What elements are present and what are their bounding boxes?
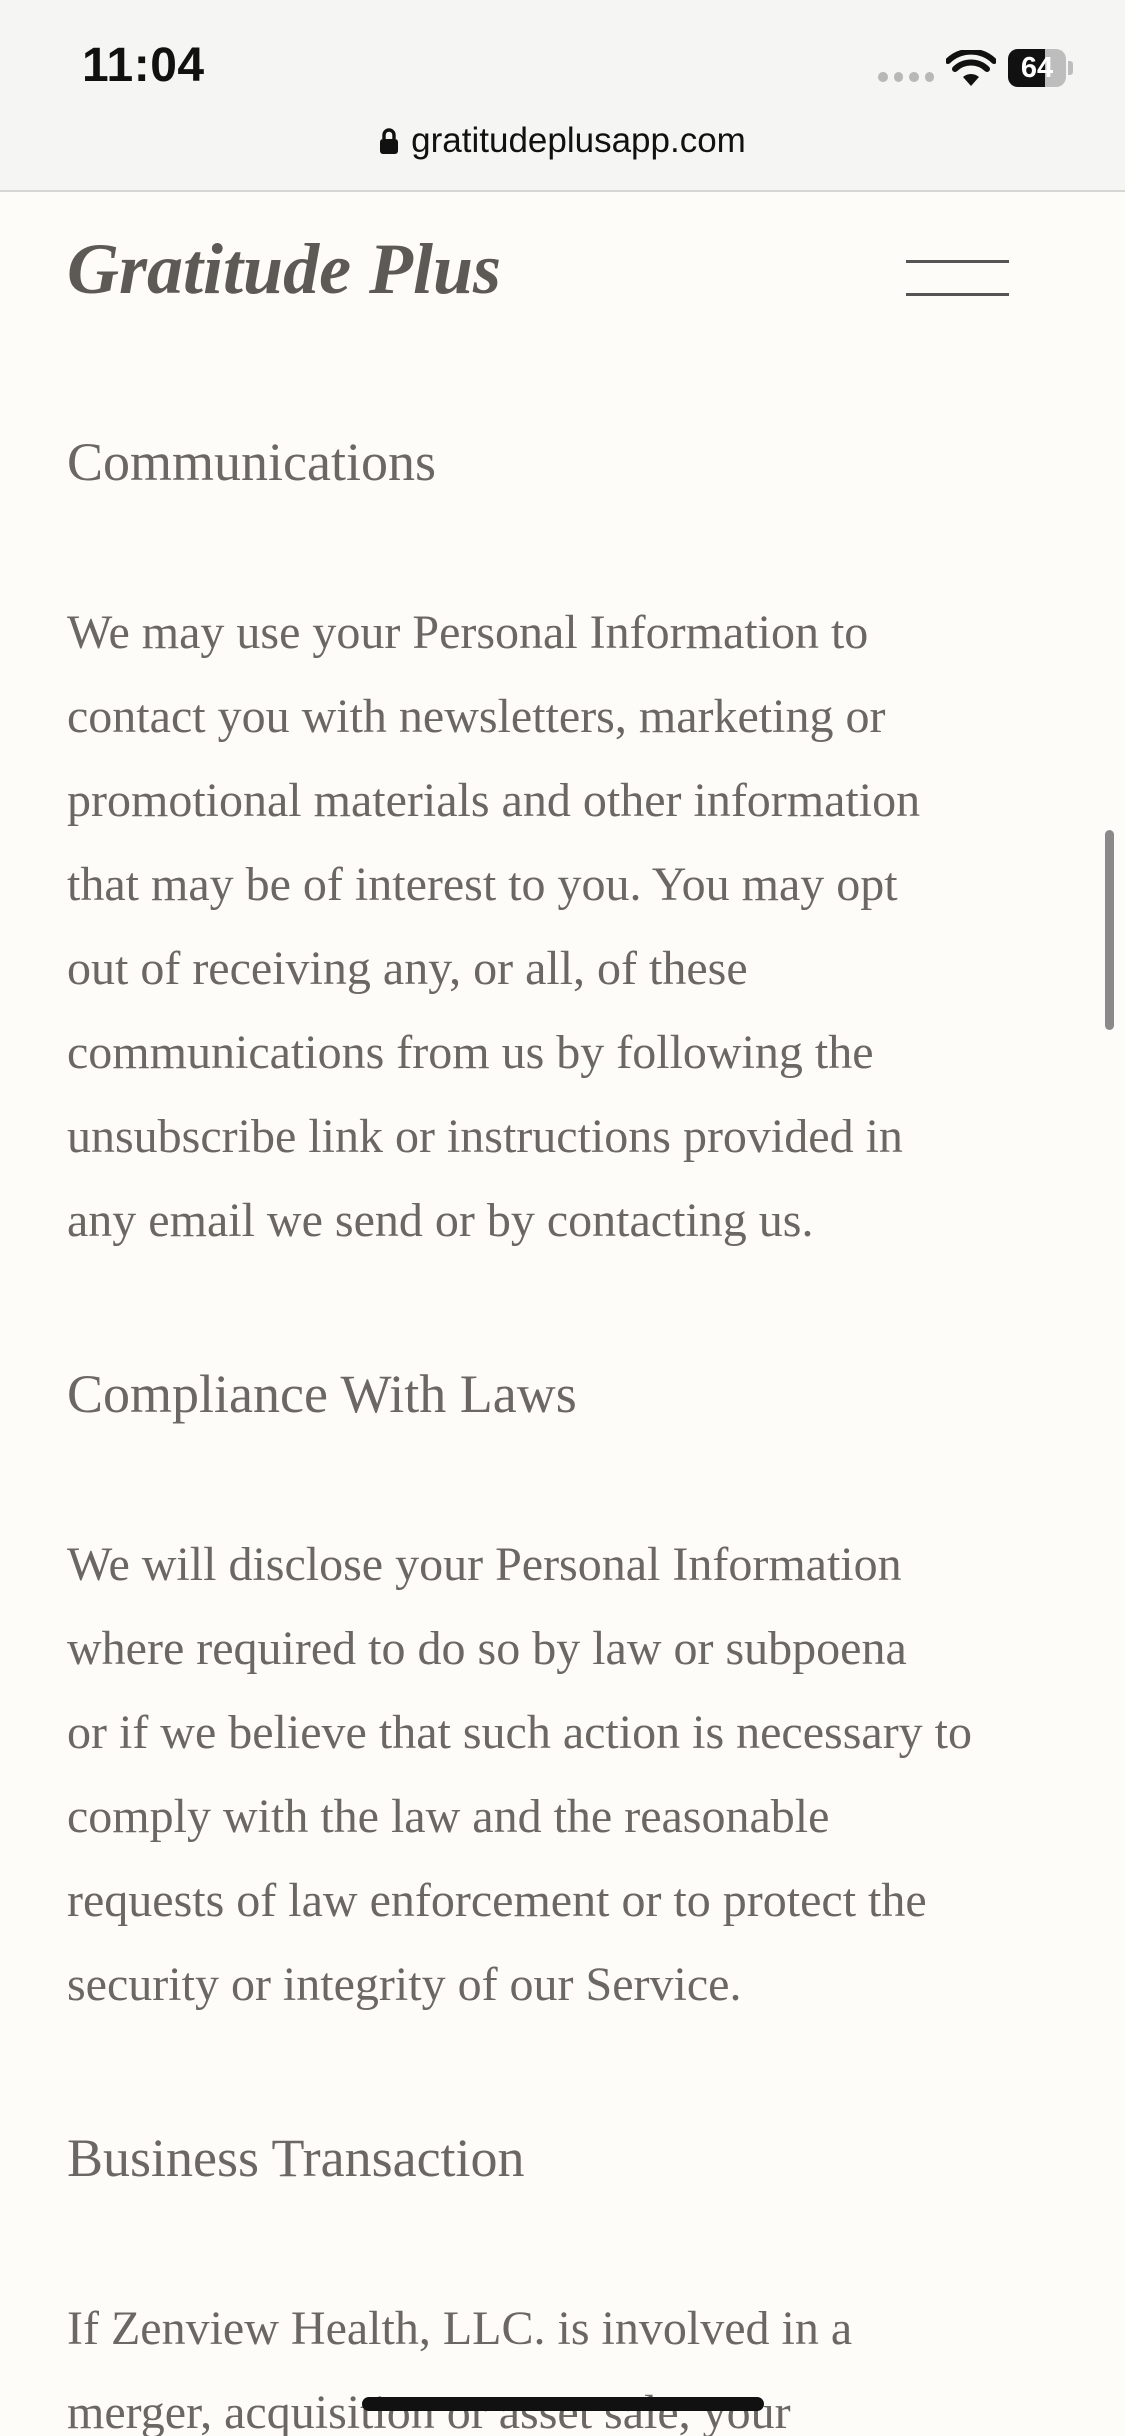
section-paragraph-communications: We may use your Personal Information to …	[67, 606, 921, 1247]
browser-chrome: 11:04 64 gratitudeplusapp.com	[0, 0, 1125, 192]
privacy-content: Communications We may use your Personal …	[67, 420, 1067, 2436]
address-bar[interactable]: gratitudeplusapp.com	[0, 116, 1125, 166]
battery-level: 64	[1020, 52, 1054, 84]
battery-icon: 64	[1008, 49, 1073, 87]
url-text: gratitudeplusapp.com	[411, 121, 746, 160]
section-heading-communications: Communications	[67, 432, 436, 492]
status-time: 11:04	[82, 39, 205, 92]
scrollbar-thumb[interactable]	[1105, 830, 1114, 1030]
section-heading-compliance: Compliance With Laws	[67, 1364, 577, 1424]
section-paragraph-business-transaction: If Zenview Health, LLC. is involved in a…	[67, 2302, 853, 2436]
hamburger-menu-icon[interactable]	[900, 250, 1012, 306]
home-indicator[interactable]	[362, 2397, 764, 2411]
wifi-icon	[946, 50, 996, 86]
site-logo[interactable]: Gratitude Plus	[67, 228, 501, 311]
lock-icon	[380, 128, 399, 154]
section-paragraph-compliance: We will disclose your Personal Informati…	[67, 1538, 973, 2011]
section-heading-business-transaction: Business Transaction	[67, 2128, 525, 2188]
cellular-signal-icon	[878, 72, 934, 84]
